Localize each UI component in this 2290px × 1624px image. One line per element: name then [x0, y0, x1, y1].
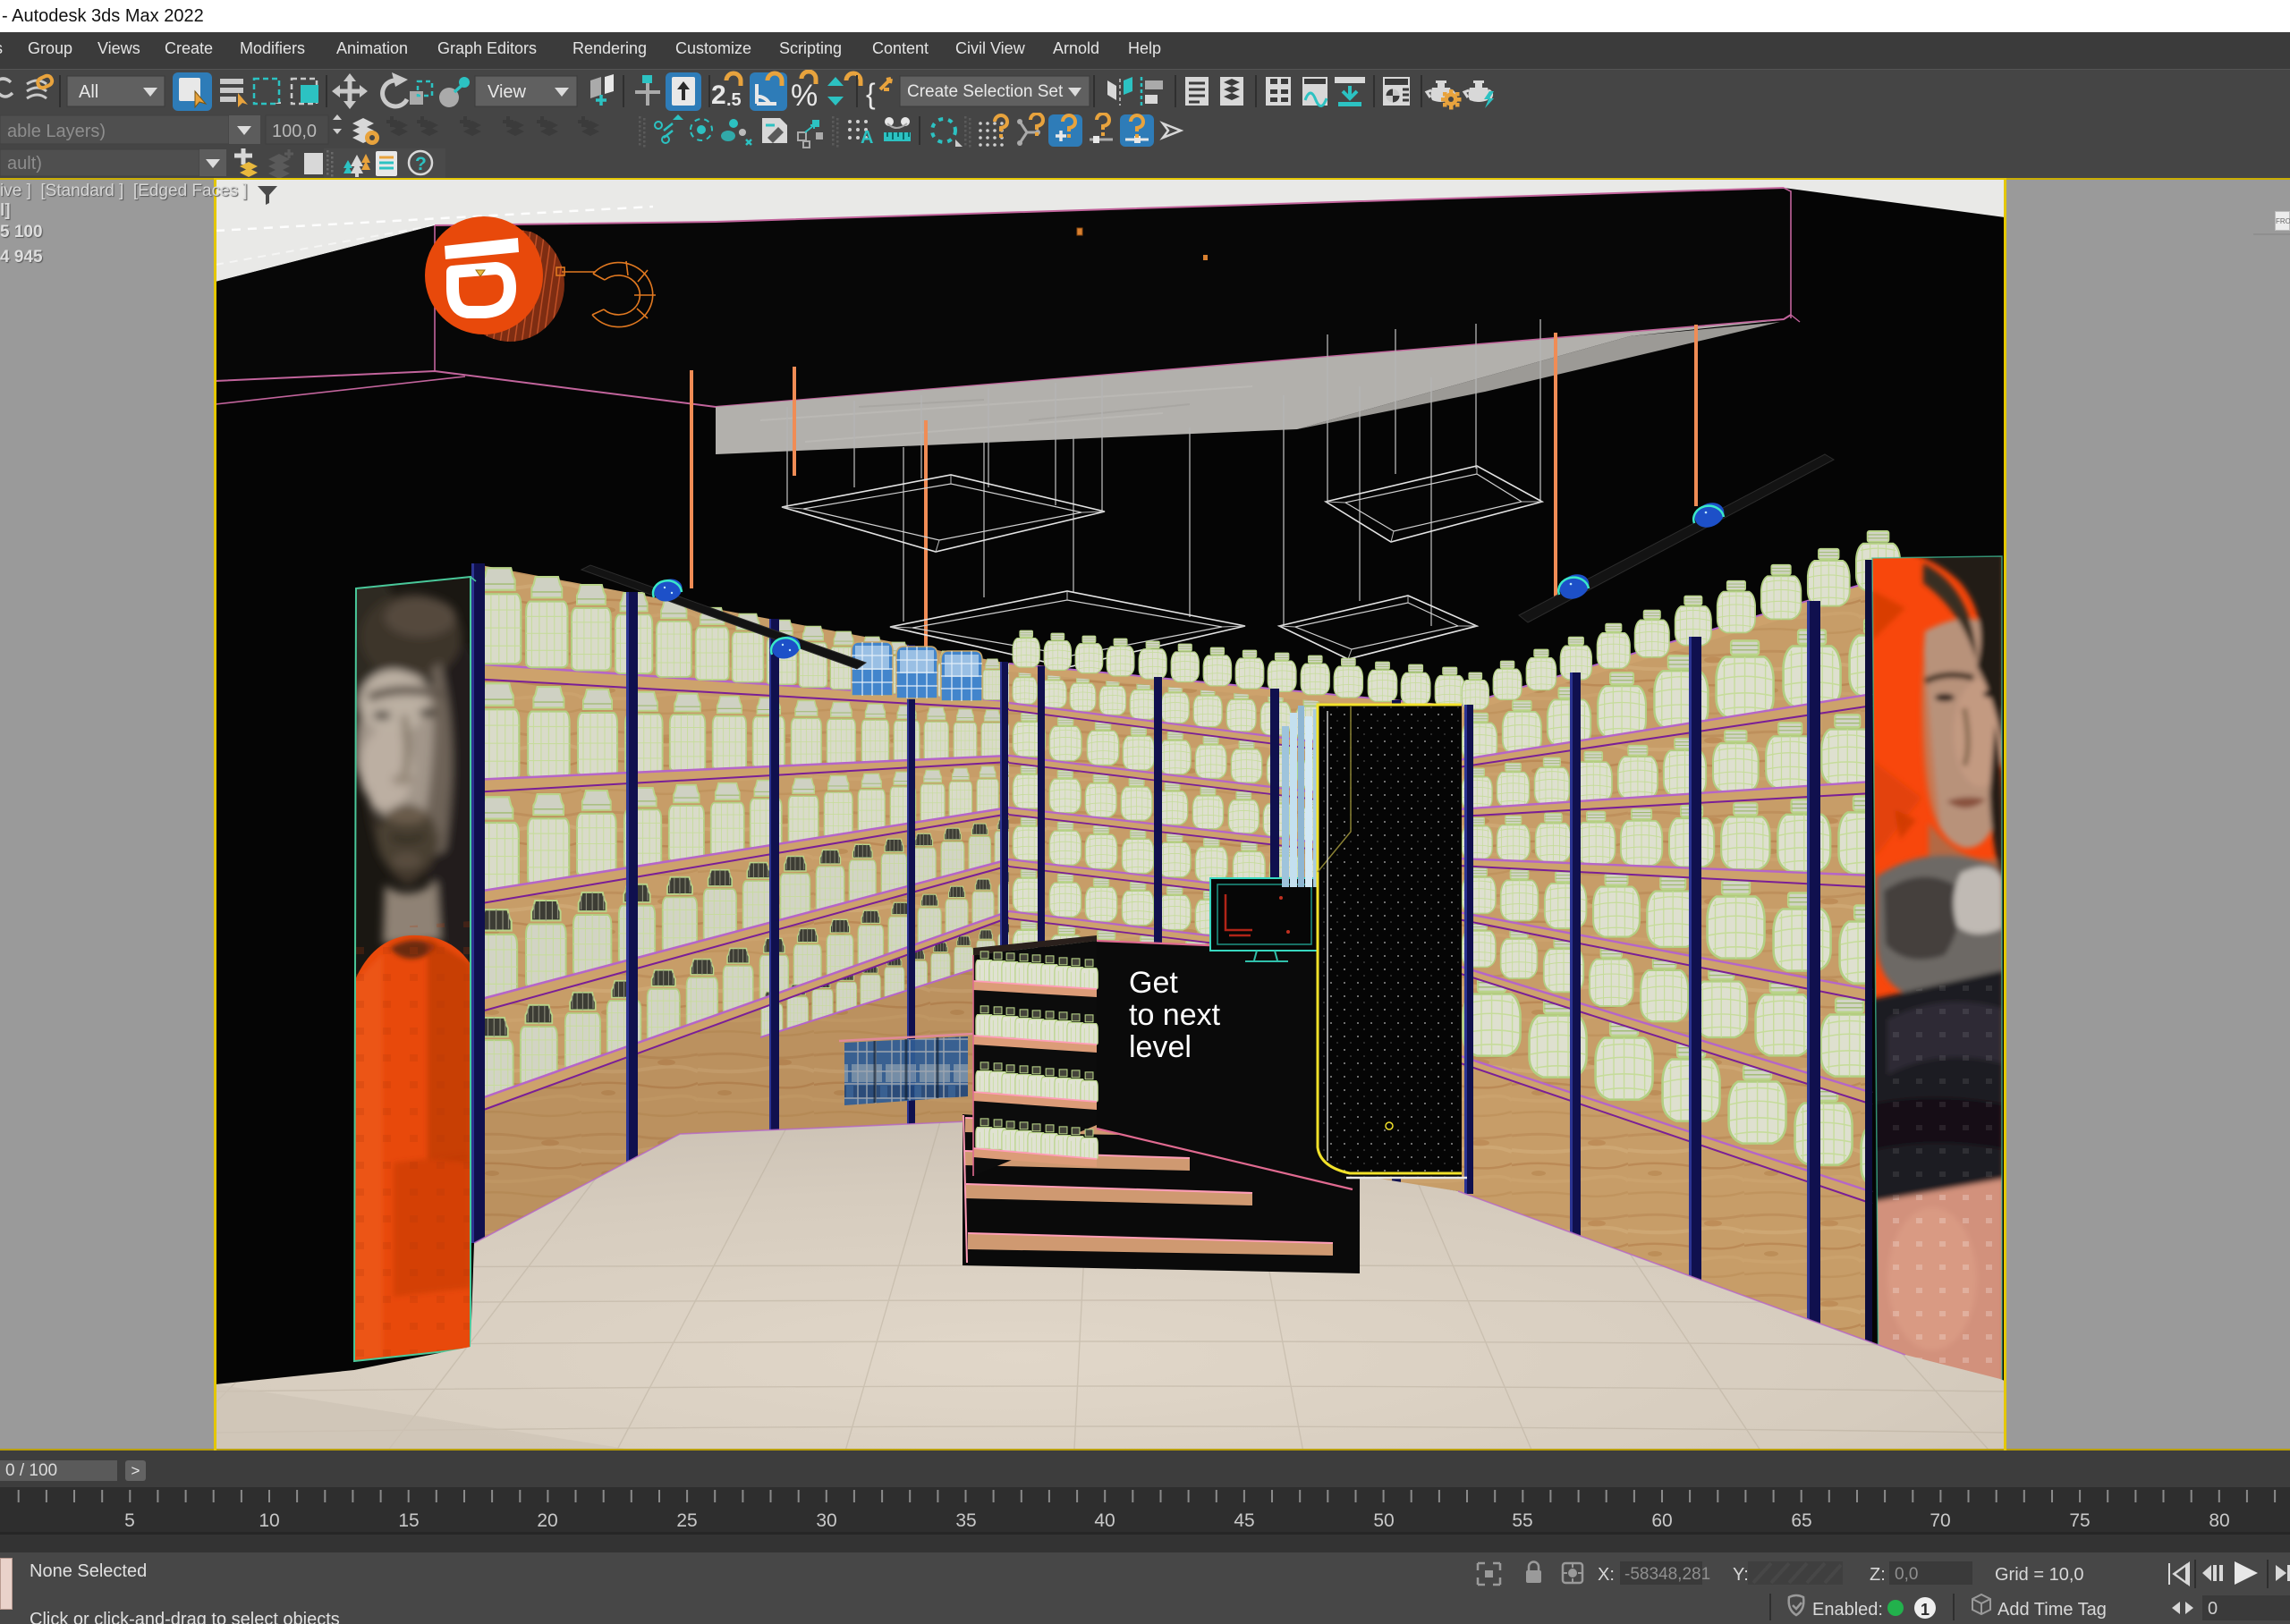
svg-text:able Layers): able Layers)	[7, 122, 106, 141]
svg-text:Add Time Tag: Add Time Tag	[1997, 1600, 2107, 1620]
svg-text:Get: Get	[1129, 966, 1178, 1000]
svg-text:80: 80	[2209, 1510, 2229, 1531]
svg-text:to next: to next	[1129, 998, 1221, 1032]
svg-text:level: level	[1129, 1030, 1192, 1064]
svg-text:X:: X:	[1598, 1565, 1615, 1585]
svg-text:Enabled:: Enabled:	[1812, 1600, 1883, 1620]
svg-text:20: 20	[537, 1510, 557, 1531]
svg-text:45: 45	[1234, 1510, 1254, 1531]
svg-text:All: All	[79, 82, 98, 102]
svg-text:?: ?	[415, 154, 427, 174]
svg-text:40: 40	[1094, 1510, 1115, 1531]
svg-text:30: 30	[816, 1510, 836, 1531]
svg-text:ault): ault)	[7, 154, 42, 173]
svg-text:10: 10	[259, 1510, 279, 1531]
svg-text:Create Selection Set: Create Selection Set	[907, 82, 1064, 101]
svg-text:0: 0	[2208, 1599, 2218, 1619]
svg-text:Grid = 10,0: Grid = 10,0	[1995, 1565, 2084, 1585]
svg-text:Z:: Z:	[1870, 1565, 1886, 1585]
svg-text:Y:: Y:	[1733, 1565, 1749, 1585]
svg-text:60: 60	[1651, 1510, 1672, 1531]
svg-text:0,0: 0,0	[1895, 1565, 1918, 1584]
svg-text:15: 15	[398, 1510, 419, 1531]
svg-text:A: A	[861, 128, 873, 148]
svg-text:50: 50	[1373, 1510, 1394, 1531]
svg-text:35: 35	[955, 1510, 976, 1531]
svg-text:65: 65	[1791, 1510, 1811, 1531]
svg-text:.5: .5	[726, 90, 742, 110]
svg-text:100,0: 100,0	[272, 122, 317, 141]
svg-text:{: {	[866, 78, 876, 110]
svg-text:75: 75	[2069, 1510, 2090, 1531]
svg-text:1: 1	[1921, 1601, 1930, 1619]
svg-text:70: 70	[1930, 1510, 1950, 1531]
svg-text:2: 2	[711, 80, 726, 110]
svg-text:5: 5	[124, 1510, 135, 1531]
svg-text:55: 55	[1512, 1510, 1532, 1531]
svg-text:-58348,281: -58348,281	[1624, 1565, 1710, 1584]
svg-text:25: 25	[676, 1510, 697, 1531]
svg-text:View: View	[488, 82, 527, 102]
